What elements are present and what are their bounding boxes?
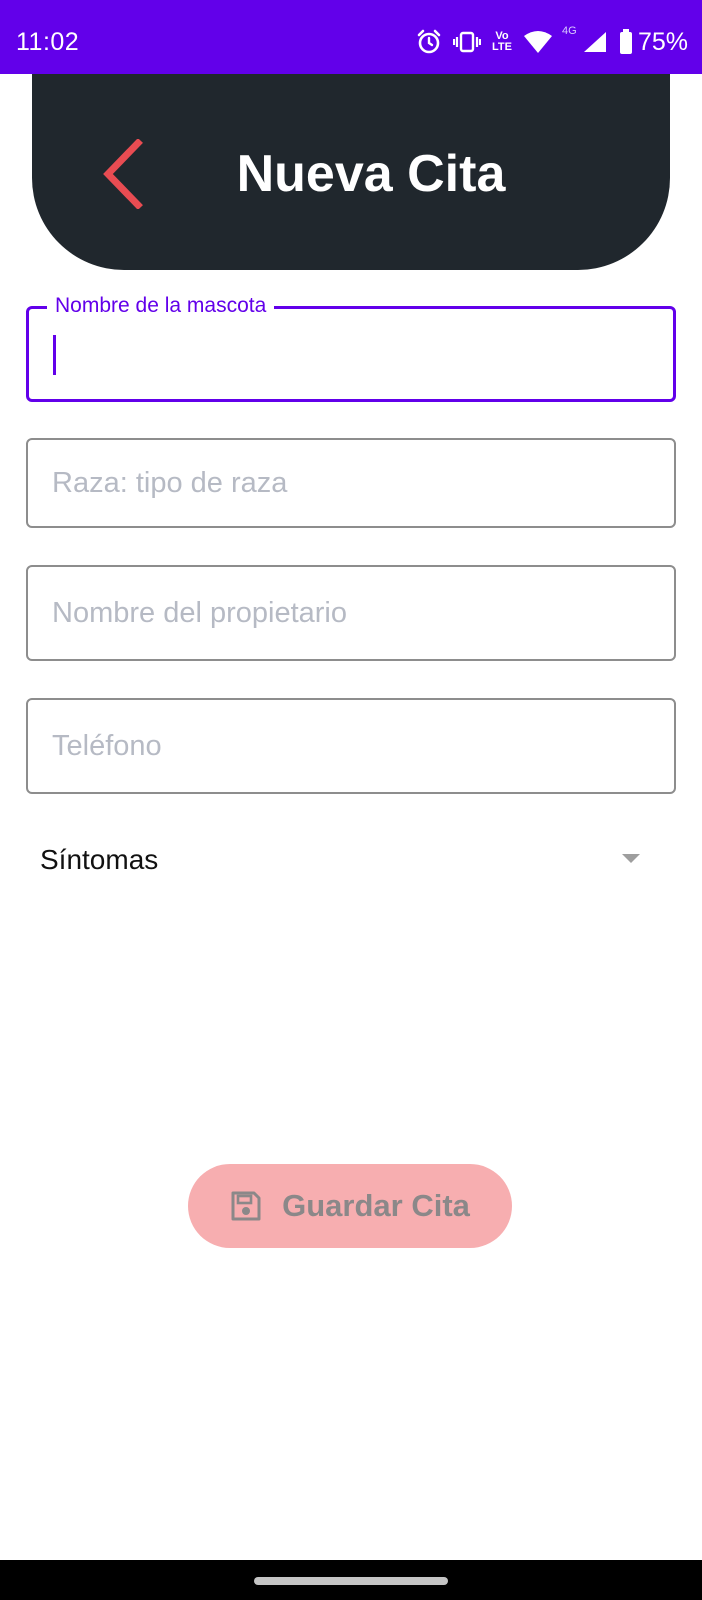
- vibrate-icon: [452, 30, 481, 54]
- lte-label: LTE: [491, 41, 512, 53]
- save-icon: [231, 1191, 261, 1221]
- breed-input[interactable]: [52, 440, 654, 526]
- home-gesture-handle[interactable]: [254, 1577, 448, 1585]
- breed-field[interactable]: [26, 438, 676, 528]
- system-nav-bar: [0, 1560, 702, 1600]
- symptoms-dropdown[interactable]: Síntomas: [26, 826, 676, 896]
- save-appointment-label: Guardar Cita: [282, 1188, 470, 1223]
- dropdown-arrow-icon: [622, 854, 640, 863]
- alarm-icon: [416, 29, 442, 55]
- network-type-label: 4G: [561, 25, 577, 37]
- pet-name-input[interactable]: [53, 309, 653, 399]
- owner-name-field[interactable]: [26, 565, 676, 661]
- status-time: 11:02: [16, 28, 80, 56]
- volte-icon: Vo LTE: [492, 31, 512, 53]
- phone-input[interactable]: [52, 700, 654, 792]
- wifi-icon: [523, 30, 553, 54]
- battery-percentage: 75%: [637, 27, 688, 56]
- symptoms-selected: Síntomas: [40, 844, 159, 875]
- status-icons: Vo LTE 4G 75%: [416, 26, 688, 58]
- cellular-signal-icon: 4G: [562, 26, 608, 54]
- phone-field[interactable]: [26, 698, 676, 794]
- app-header: Nueva Cita: [32, 74, 670, 270]
- page-title: Nueva Cita: [236, 145, 506, 203]
- owner-name-input[interactable]: [52, 567, 654, 659]
- status-bar: 11:02 Vo LTE 4G 75%: [0, 0, 702, 74]
- pet-name-field[interactable]: Nombre de la mascota: [26, 294, 676, 402]
- save-appointment-button[interactable]: Guardar Cita: [188, 1164, 512, 1248]
- battery-icon: [619, 29, 633, 55]
